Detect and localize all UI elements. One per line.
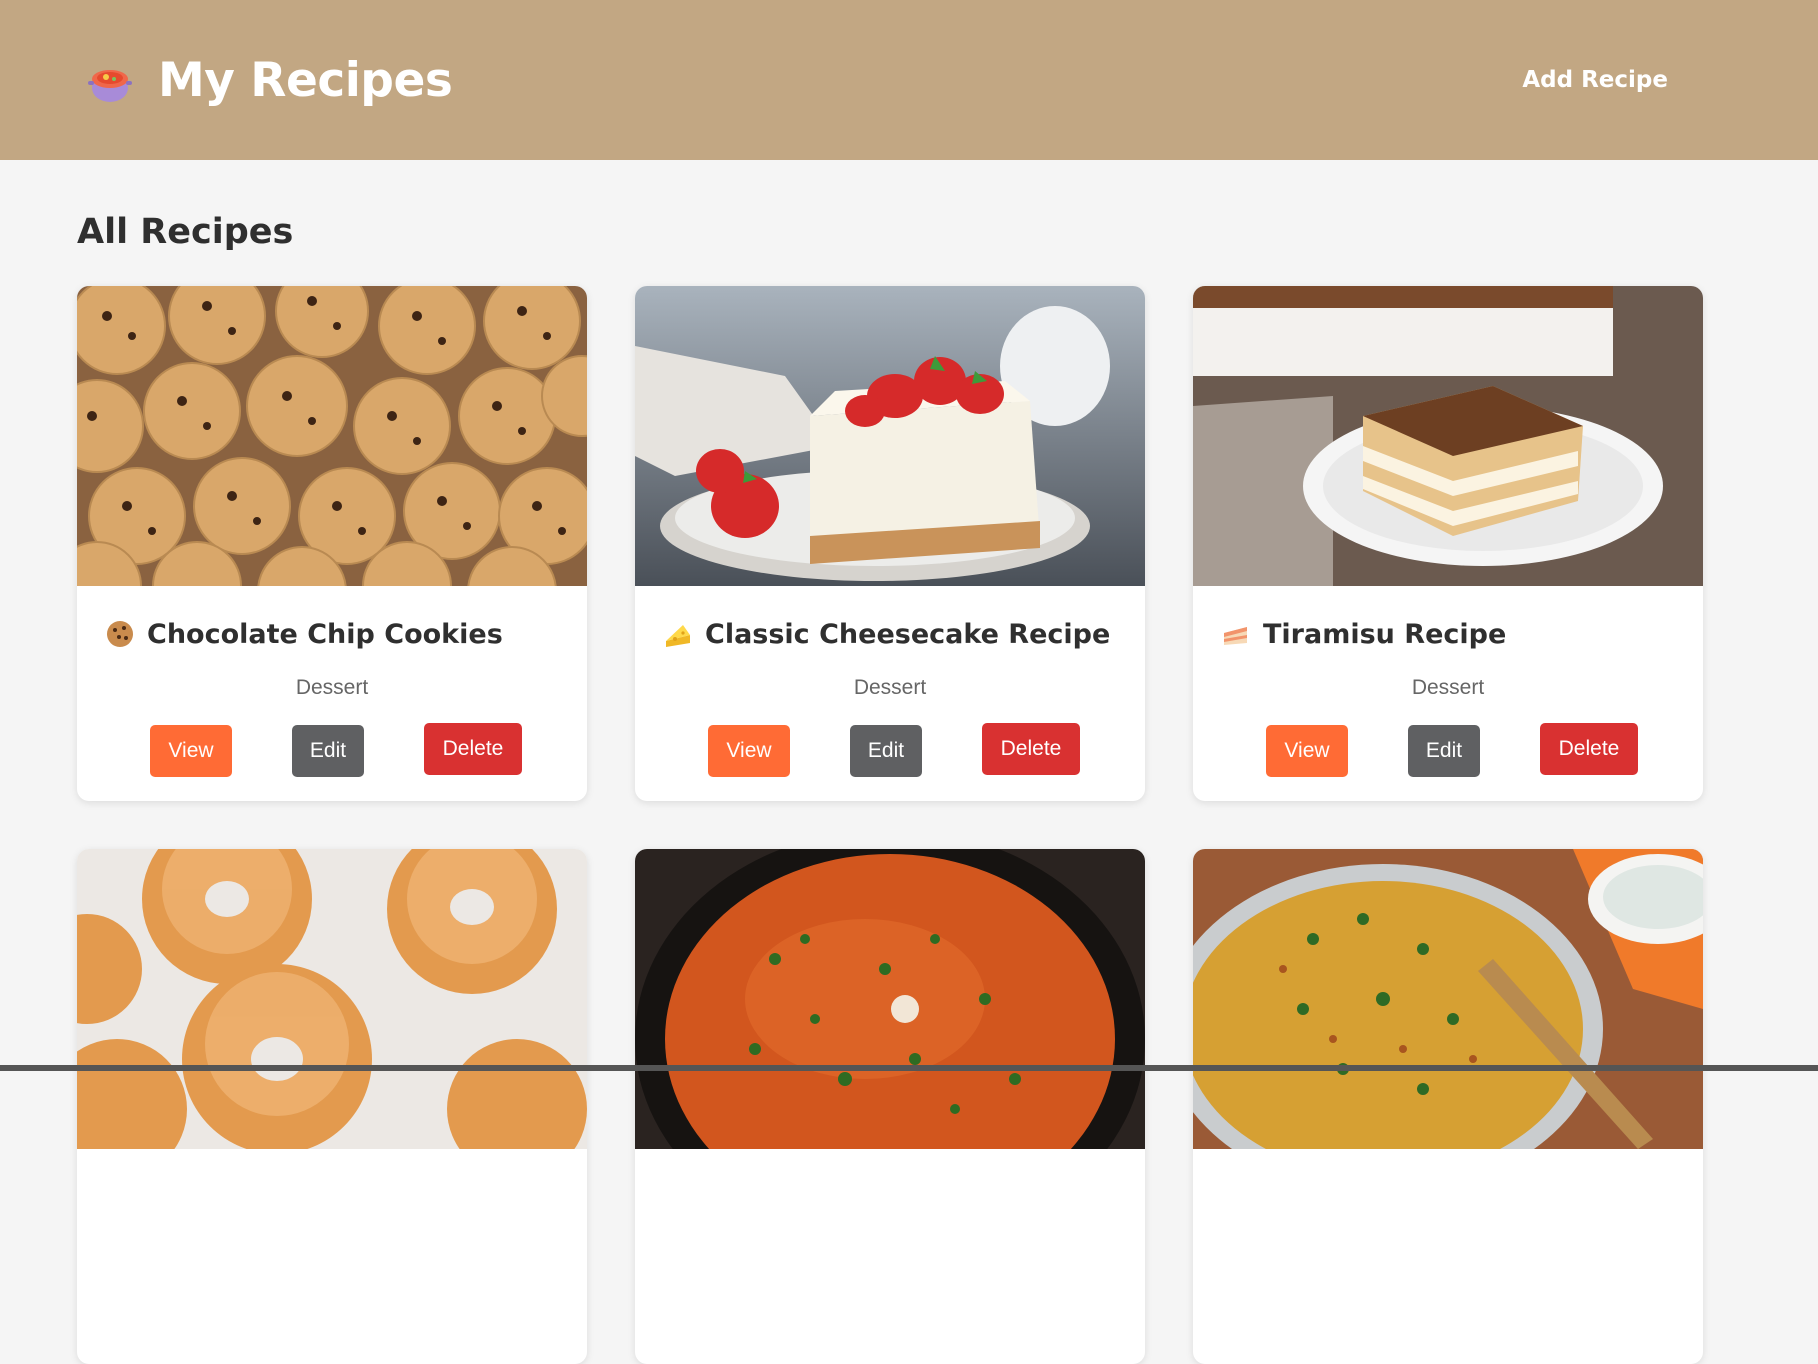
card-title-row: Tiramisu Recipe [1193, 614, 1703, 654]
cookie-icon [105, 619, 135, 649]
biryani-photo [1193, 849, 1703, 1149]
horizontal-scrollbar[interactable] [0, 1065, 1818, 1071]
tiramisu-photo [1193, 286, 1703, 586]
recipe-card: Classic Cheesecake Recipe Dessert View E… [635, 286, 1145, 801]
donuts-photo [77, 849, 587, 1149]
section-title: All Recipes [77, 212, 294, 252]
recipe-card: Tiramisu Recipe Dessert View Edit Delete [1193, 286, 1703, 801]
cake-slice-icon [1221, 619, 1251, 649]
view-button[interactable]: View [708, 725, 790, 777]
view-button[interactable]: View [150, 725, 232, 777]
recipe-title[interactable]: Tiramisu Recipe [1263, 619, 1506, 650]
card-actions: View Edit Delete [635, 723, 1145, 777]
recipe-card [77, 849, 587, 1364]
cheesecake-photo [635, 286, 1145, 586]
edit-button[interactable]: Edit [292, 725, 364, 777]
card-title-row: Classic Cheesecake Recipe [635, 614, 1145, 654]
recipe-card [1193, 849, 1703, 1364]
recipe-card [635, 849, 1145, 1364]
recipe-category: Dessert [295, 676, 369, 699]
delete-button[interactable]: Delete [982, 723, 1080, 775]
card-actions: View Edit Delete [1193, 723, 1703, 777]
app-header: My Recipes Add Recipe [0, 0, 1818, 160]
recipe-category: Dessert [1411, 676, 1485, 699]
soup-pot-icon [84, 54, 136, 106]
recipe-card: Chocolate Chip Cookies Dessert View Edit… [77, 286, 587, 801]
recipe-grid: Chocolate Chip Cookies Dessert View Edit… [77, 286, 1703, 1364]
edit-button[interactable]: Edit [850, 725, 922, 777]
curry-photo [635, 849, 1145, 1149]
add-recipe-link[interactable]: Add Recipe [1522, 67, 1668, 93]
recipe-category: Dessert [853, 676, 927, 699]
brand: My Recipes [84, 52, 453, 108]
cookies-photo [77, 286, 587, 586]
card-actions: View Edit Delete [77, 723, 587, 777]
cheese-icon [663, 619, 693, 649]
delete-button[interactable]: Delete [1540, 723, 1638, 775]
recipe-title[interactable]: Chocolate Chip Cookies [147, 619, 503, 650]
delete-button[interactable]: Delete [424, 723, 522, 775]
app-title: My Recipes [158, 52, 453, 108]
view-button[interactable]: View [1266, 725, 1348, 777]
recipe-title[interactable]: Classic Cheesecake Recipe [705, 619, 1110, 650]
card-title-row: Chocolate Chip Cookies [77, 614, 587, 654]
edit-button[interactable]: Edit [1408, 725, 1480, 777]
